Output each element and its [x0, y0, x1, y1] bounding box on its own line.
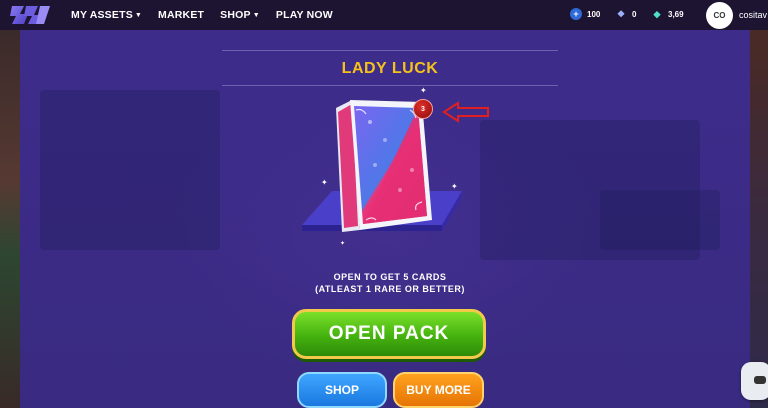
- chevron-down-icon: ▼: [252, 11, 260, 19]
- background-right-edge: [750, 30, 768, 408]
- sparkle-icon: ✦: [420, 86, 427, 95]
- chevron-down-icon: ▼: [134, 11, 143, 19]
- pack-count-badge: 3: [413, 99, 433, 119]
- stat-ticket[interactable]: ❖ 0: [615, 8, 637, 20]
- pack-description: OPEN TO GET 5 CARDS (ATLEAST 1 RARE OR B…: [222, 271, 558, 295]
- username[interactable]: cositav: [739, 10, 767, 20]
- sparkle-icon: ✦: [321, 178, 328, 187]
- nav-play-now[interactable]: PLAY NOW: [276, 9, 333, 21]
- background-shape: [600, 190, 720, 250]
- stat-plus[interactable]: + 100: [570, 8, 600, 20]
- stat-gem-value: 3,69: [668, 9, 684, 19]
- nav-my-assets[interactable]: MY ASSETS ▼: [71, 9, 142, 21]
- open-pack-button[interactable]: OPEN PACK: [292, 309, 486, 359]
- chat-widget-button[interactable]: [741, 362, 768, 400]
- logo-icon[interactable]: [8, 2, 52, 28]
- plus-icon: +: [570, 8, 582, 20]
- stat-plus-value: 100: [587, 9, 601, 19]
- buy-more-button[interactable]: BUY MORE: [393, 372, 484, 408]
- main-nav: MY ASSETS ▼ MARKET SHOP ▼ PLAY NOW: [71, 0, 349, 30]
- nav-market-label: MARKET: [158, 9, 205, 21]
- stat-gem[interactable]: ◆ 3,69: [651, 8, 684, 20]
- title-divider-top: [222, 50, 558, 51]
- ticket-icon: ❖: [616, 8, 626, 19]
- annotation-arrow-icon: [442, 101, 489, 123]
- background-left-edge: [0, 30, 20, 408]
- sparkle-icon: ✦: [340, 241, 346, 247]
- top-nav-bar: MY ASSETS ▼ MARKET SHOP ▼ PLAY NOW + 100…: [0, 0, 768, 30]
- shop-button[interactable]: SHOP: [297, 372, 387, 408]
- nav-market[interactable]: MARKET: [158, 9, 204, 21]
- background-shape: [40, 90, 220, 250]
- nav-shop-label: SHOP: [220, 9, 251, 21]
- nav-play-now-label: PLAY NOW: [275, 9, 333, 21]
- gem-icon: ◆: [653, 8, 661, 19]
- stat-ticket-value: 0: [632, 9, 637, 19]
- nav-shop[interactable]: SHOP ▼: [220, 9, 260, 21]
- pack-description-line2: (ATLEAST 1 RARE OR BETTER): [315, 284, 465, 294]
- pack-description-line1: OPEN TO GET 5 CARDS: [333, 272, 447, 282]
- sparkle-icon: ✦: [451, 182, 458, 191]
- chat-icon: [754, 376, 766, 384]
- avatar[interactable]: CO: [706, 2, 733, 29]
- nav-my-assets-label: MY ASSETS: [71, 9, 133, 21]
